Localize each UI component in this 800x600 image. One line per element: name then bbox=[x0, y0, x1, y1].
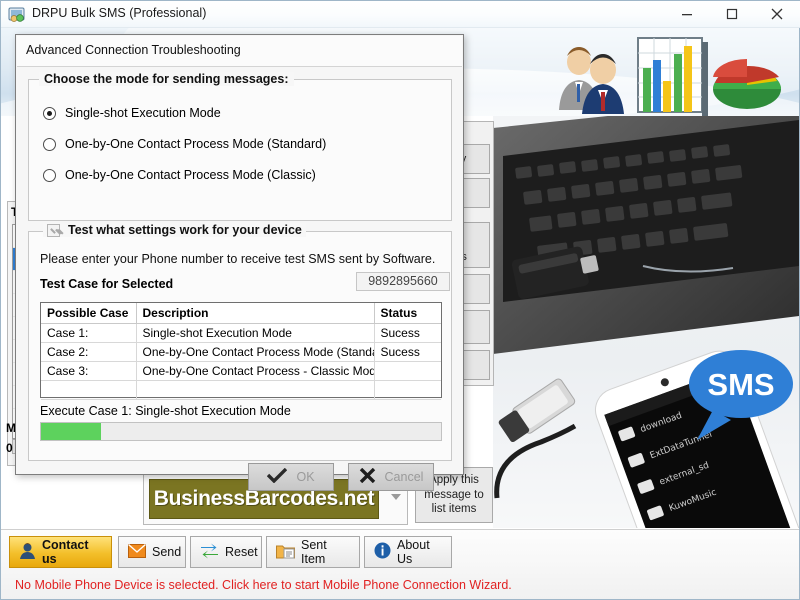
about-us-button[interactable]: About Us bbox=[364, 536, 452, 568]
table-row[interactable]: Case 2: One-by-One Contact Process Mode … bbox=[41, 342, 441, 362]
maximize-button[interactable] bbox=[709, 1, 754, 27]
radio-label-single-shot: Single-shot Execution Mode bbox=[65, 106, 221, 120]
cell-description: One-by-One Contact Process - Classic Mod… bbox=[136, 361, 375, 381]
info-icon bbox=[374, 542, 391, 562]
maximize-icon bbox=[726, 8, 737, 20]
contact-us-label: Contact us bbox=[42, 538, 89, 566]
troubleshooting-dialog: Advanced Connection Troubleshooting Choo… bbox=[15, 34, 464, 491]
app-icon bbox=[8, 6, 25, 23]
contact-us-button[interactable]: Contact us bbox=[9, 536, 112, 568]
cell-case: Case 1: bbox=[41, 323, 137, 343]
cancel-button[interactable]: Cancel bbox=[348, 463, 434, 491]
cell-status bbox=[374, 361, 441, 381]
cell-case bbox=[41, 380, 137, 400]
svg-text:SMS: SMS bbox=[707, 367, 774, 402]
cancel-label: Cancel bbox=[384, 470, 424, 484]
cell-status: Sucess bbox=[374, 342, 441, 362]
envelope-icon bbox=[128, 543, 146, 561]
progress-bar-fill bbox=[41, 423, 101, 440]
pie-chart-icon bbox=[709, 53, 785, 116]
table-row[interactable] bbox=[41, 380, 441, 400]
cell-case: Case 3: bbox=[41, 361, 137, 381]
ok-button[interactable]: OK bbox=[248, 463, 334, 491]
bar-chart-icon bbox=[636, 36, 710, 116]
cell-description bbox=[136, 380, 375, 400]
radio-label-standard: One-by-One Contact Process Mode (Standar… bbox=[65, 137, 327, 151]
about-us-label: About Us bbox=[397, 538, 430, 566]
bottom-toolbar: Contact us Send Reset Sent Item About Us… bbox=[1, 529, 799, 599]
table-header-row: Possible Case Description Status bbox=[41, 303, 441, 324]
cell-status bbox=[374, 380, 441, 400]
check-icon bbox=[267, 467, 288, 486]
table-row[interactable]: Case 3: One-by-One Contact Process - Cla… bbox=[41, 361, 441, 381]
ok-label: OK bbox=[296, 470, 315, 484]
radio-standard[interactable]: One-by-One Contact Process Mode (Standar… bbox=[43, 137, 326, 151]
minimize-button[interactable] bbox=[664, 1, 709, 27]
counter-label-0: 0 bbox=[6, 441, 13, 455]
test-settings-group: Test what settings work for your device … bbox=[28, 223, 452, 461]
mode-group-legend: Choose the mode for sending messages: bbox=[39, 72, 294, 86]
radio-icon-selected[interactable] bbox=[43, 106, 56, 120]
close-icon bbox=[771, 8, 782, 20]
cell-status: Sucess bbox=[374, 323, 441, 343]
window-title: DRPU Bulk SMS (Professional) bbox=[32, 6, 207, 20]
phone-number-input[interactable]: 9892895660 bbox=[356, 272, 450, 291]
radio-icon[interactable] bbox=[43, 137, 56, 151]
radio-single-shot[interactable]: Single-shot Execution Mode bbox=[43, 106, 221, 120]
dialog-title: Advanced Connection Troubleshooting bbox=[26, 43, 241, 57]
table-row[interactable]: Case 1: Single-shot Execution Mode Suces… bbox=[41, 323, 441, 343]
arrows-swap-icon bbox=[200, 542, 219, 562]
test-case-label: Test Case for Selected bbox=[40, 277, 174, 291]
send-button[interactable]: Send bbox=[118, 536, 186, 568]
test-case-table[interactable]: Possible Case Description Status Case 1:… bbox=[40, 302, 442, 400]
status-message[interactable]: No Mobile Phone Device is selected. Clic… bbox=[15, 578, 512, 592]
hero-image: download ExtDataTunnel external_sd KuwoM… bbox=[493, 116, 799, 528]
cross-icon bbox=[359, 467, 376, 486]
radio-classic[interactable]: One-by-One Contact Process Mode (Classic… bbox=[43, 168, 316, 182]
radio-label-classic: One-by-One Contact Process Mode (Classic… bbox=[65, 168, 316, 182]
test-note: Please enter your Phone number to receiv… bbox=[40, 252, 436, 266]
test-settings-checkbox-row[interactable]: Test what settings work for your device bbox=[43, 223, 306, 237]
close-button[interactable] bbox=[754, 1, 799, 27]
dialog-title-bar: Advanced Connection Troubleshooting bbox=[17, 36, 462, 67]
reset-button[interactable]: Reset bbox=[190, 536, 262, 568]
user-icon bbox=[19, 542, 36, 563]
column-header-possible-case: Possible Case bbox=[41, 303, 137, 324]
cell-case: Case 2: bbox=[41, 342, 137, 362]
title-bar: DRPU Bulk SMS (Professional) bbox=[1, 1, 800, 28]
sent-item-button[interactable]: Sent Item bbox=[266, 536, 360, 568]
send-label: Send bbox=[152, 545, 182, 559]
column-header-description: Description bbox=[136, 303, 375, 324]
test-settings-checkbox-label: Test what settings work for your device bbox=[68, 223, 302, 237]
checkbox-icon-checked[interactable] bbox=[47, 223, 60, 237]
folder-icon bbox=[276, 543, 295, 562]
cell-description: Single-shot Execution Mode bbox=[136, 323, 375, 343]
sent-item-label: Sent Item bbox=[301, 538, 327, 566]
mode-group: Choose the mode for sending messages: Si… bbox=[28, 72, 452, 221]
column-header-status: Status bbox=[374, 303, 441, 324]
minimize-icon bbox=[681, 14, 692, 16]
application-window: DRPU Bulk SMS (Professional) download Ex… bbox=[0, 0, 800, 600]
people-icon bbox=[549, 40, 633, 116]
radio-icon[interactable] bbox=[43, 168, 56, 182]
progress-bar bbox=[40, 422, 442, 441]
execute-status-label: Execute Case 1: Single-shot Execution Mo… bbox=[40, 404, 291, 418]
cell-description: One-by-One Contact Process Mode (Standar… bbox=[136, 342, 375, 362]
chevron-down-icon[interactable] bbox=[391, 494, 401, 500]
reset-label: Reset bbox=[225, 545, 258, 559]
